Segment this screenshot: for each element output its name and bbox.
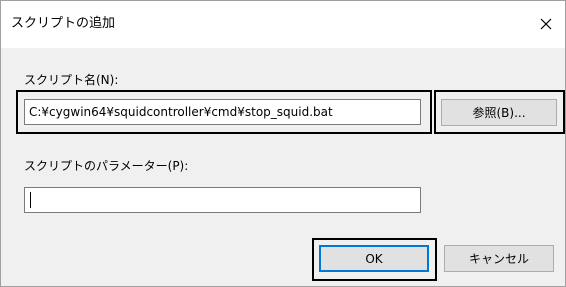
script-name-input[interactable]: C:¥cygwin64¥squidcontroller¥cmd¥stop_squ… — [24, 99, 421, 125]
script-params-input[interactable] — [24, 187, 421, 213]
cancel-button[interactable]: キャンセル — [444, 245, 554, 272]
close-button[interactable] — [527, 1, 565, 47]
dialog-title: スクリプトの追加 — [11, 16, 116, 31]
script-name-label: スクリプト名(N): — [24, 73, 119, 87]
close-icon — [540, 18, 552, 30]
title-bar: スクリプトの追加 — [1, 1, 565, 48]
ok-button[interactable]: OK — [319, 245, 429, 272]
browse-button[interactable]: 参照(B)... — [441, 99, 557, 126]
add-script-dialog: スクリプトの追加 スクリプト名(N): C:¥cygwin64¥squidcon… — [0, 0, 566, 287]
script-params-label: スクリプトのパラメーター(P): — [24, 159, 189, 173]
text-caret — [30, 192, 31, 208]
